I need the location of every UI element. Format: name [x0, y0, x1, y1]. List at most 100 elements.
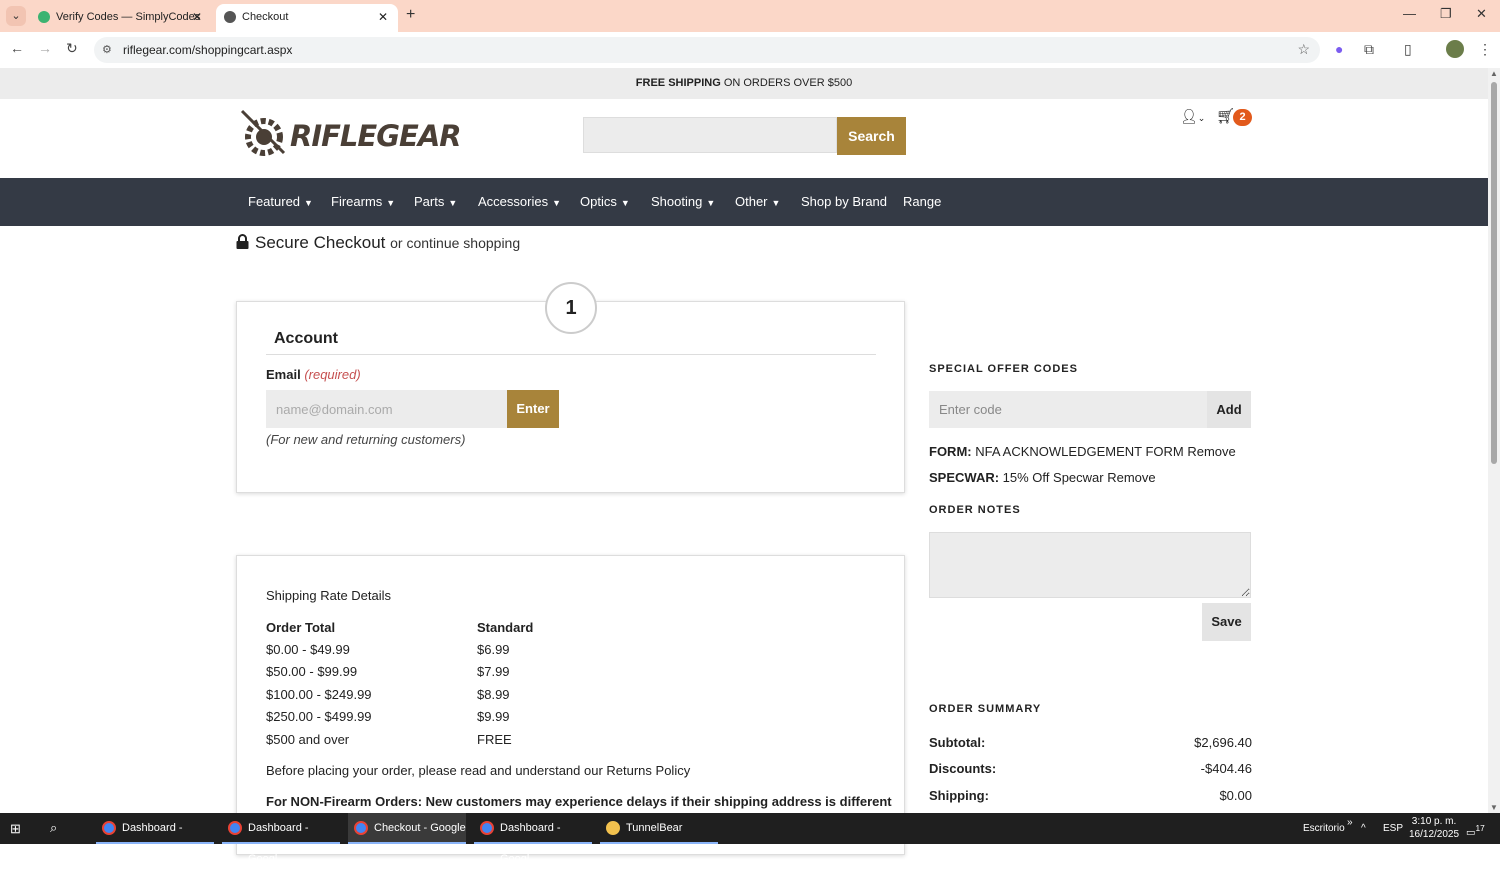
taskbar-app-chrome[interactable]: Dashboard - Googl... — [474, 813, 592, 865]
nav-label: Accessories — [478, 194, 549, 209]
nav-accessories[interactable]: Accessories ▼ — [478, 178, 561, 226]
new-tab-icon[interactable]: + — [406, 6, 415, 24]
remove-code-link[interactable]: Remove — [1104, 470, 1155, 485]
nav-label: Parts — [414, 194, 445, 209]
save-notes-button[interactable]: Save — [1202, 603, 1251, 641]
discounts-value: -$404.46 — [1200, 761, 1252, 776]
clock-time: 3:10 p. m. — [1411, 816, 1457, 827]
taskbar-app-chrome[interactable]: Dashboard - Googl... — [222, 813, 340, 865]
extension-icon[interactable]: ● — [1335, 41, 1343, 57]
scroll-up-icon[interactable]: ▲ — [1490, 69, 1498, 78]
add-code-button[interactable]: Add — [1207, 391, 1251, 428]
nav-range[interactable]: Range — [903, 178, 941, 226]
chevron-up-icon[interactable]: ^ — [1361, 813, 1366, 844]
nav-label: Range — [903, 194, 942, 209]
tab-search-dropdown[interactable]: ⌄ — [6, 6, 26, 26]
shipping-value: $0.00 — [1219, 788, 1252, 803]
email-label-text: Email — [266, 367, 301, 382]
rate-value-cell: $8.99 — [477, 687, 510, 702]
extensions-puzzle-icon[interactable]: ⧉ — [1364, 41, 1374, 58]
column-header-standard: Standard — [477, 620, 534, 635]
taskbar-app-label: Dashboard - Googl... — [500, 822, 561, 865]
bookmark-star-icon[interactable]: ☆ — [1297, 41, 1310, 58]
divider — [266, 354, 876, 355]
nav-label: Optics — [580, 194, 617, 209]
back-icon[interactable]: ← — [10, 40, 24, 56]
nav-optics[interactable]: Optics ▼ — [580, 178, 630, 226]
enter-button[interactable]: Enter — [507, 390, 559, 428]
browser-menu-icon[interactable]: ⋮ — [1478, 41, 1492, 58]
continue-shopping-link[interactable]: or continue shopping — [390, 235, 520, 251]
address-bar[interactable]: ⚙ riflegear.com/shoppingcart.aspx ☆ — [94, 37, 1320, 63]
search-icon[interactable]: ⌕ — [50, 820, 57, 836]
nav-other[interactable]: Other ▼ — [735, 178, 780, 226]
clock-date: 16/12/2025 — [1409, 829, 1460, 840]
shipping-label: Shipping: — [929, 788, 989, 803]
chrome-icon — [102, 821, 116, 835]
rate-range-cell: $0.00 - $49.99 — [266, 642, 350, 657]
taskbar-app-chrome[interactable]: Dashboard - Googl... — [96, 813, 214, 865]
applied-code-desc: NFA ACKNOWLEDGEMENT FORM — [971, 444, 1184, 459]
nav-featured[interactable]: Featured ▼ — [248, 178, 313, 226]
nav-shooting[interactable]: Shooting ▼ — [651, 178, 715, 226]
free-shipping-banner: FREE SHIPPING ON ORDERS OVER $500 — [0, 68, 1488, 99]
taskbar-app-chrome-active[interactable]: Checkout - Google ... — [348, 813, 466, 865]
special-offer-heading: SPECIAL OFFER CODES — [929, 363, 1078, 375]
returns-policy-text: Before placing your order, please read a… — [266, 763, 691, 778]
shipping-rate-title: Shipping Rate Details — [266, 588, 392, 603]
toolbar-expand-icon[interactable]: » — [1347, 807, 1353, 838]
reload-icon[interactable]: ↻ — [66, 40, 78, 57]
gear-rifle-logo-icon — [240, 109, 286, 156]
forward-icon[interactable]: → — [38, 40, 52, 56]
chevron-down-icon: ▼ — [304, 198, 313, 208]
taskbar-app-label: Dashboard - Googl... — [122, 822, 183, 865]
main-navigation: Featured ▼ Firearms ▼ Parts ▼ Accessories ▼ … — [0, 178, 1488, 226]
email-field[interactable] — [266, 390, 507, 428]
input-language[interactable]: ESP — [1383, 813, 1403, 844]
rate-range-cell: $100.00 - $249.99 — [266, 687, 372, 702]
chrome-icon — [228, 821, 242, 835]
offer-code-input[interactable] — [929, 391, 1208, 428]
riflegear-logo[interactable]: RIFLEGEAR — [240, 109, 462, 159]
nav-shop-by-brand[interactable]: Shop by Brand — [801, 178, 887, 226]
minimize-icon[interactable]: — — [1403, 6, 1416, 21]
tab-verify-codes[interactable]: Verify Codes — SimplyCodes ✕ — [30, 4, 212, 32]
chrome-icon — [480, 821, 494, 835]
profile-avatar[interactable] — [1446, 40, 1464, 58]
nav-label: Featured — [248, 194, 301, 209]
site-settings-icon[interactable]: ⚙ — [102, 43, 112, 56]
reading-list-icon[interactable]: ▯ — [1404, 41, 1412, 58]
nav-label: Shop by Brand — [801, 194, 888, 209]
riflegear-favicon-icon — [224, 11, 236, 23]
nav-label: Other — [735, 194, 768, 209]
account-title: Account — [274, 330, 338, 347]
restore-icon[interactable]: ❐ — [1440, 6, 1452, 22]
taskbar-app-label: TunnelBear — [626, 822, 683, 834]
account-menu-icon[interactable]: 👤︎⌄ — [1180, 108, 1205, 125]
tab-checkout[interactable]: Checkout ✕ — [216, 4, 398, 32]
close-window-icon[interactable]: ✕ — [1476, 6, 1487, 22]
nav-parts[interactable]: Parts ▼ — [414, 178, 457, 226]
windows-start-icon[interactable]: ⊞ — [10, 821, 21, 837]
rate-value-cell: $9.99 — [477, 709, 510, 724]
nav-firearms[interactable]: Firearms ▼ — [331, 178, 395, 226]
search-button[interactable]: Search — [837, 117, 906, 155]
close-tab-icon[interactable]: ✕ — [378, 4, 388, 30]
remove-code-link[interactable]: Remove — [1184, 444, 1235, 459]
scrollbar-thumb[interactable] — [1491, 82, 1497, 464]
rate-value-cell: $6.99 — [477, 642, 510, 657]
desktop-toolbar-label[interactable]: Escritorio — [1303, 813, 1345, 844]
chevron-down-icon: ▼ — [620, 198, 630, 208]
site-search-input[interactable] — [583, 117, 837, 153]
close-tab-icon[interactable]: ✕ — [192, 4, 202, 30]
email-label: Email (required) — [266, 367, 361, 382]
cart-count-badge[interactable]: 2 — [1233, 109, 1252, 126]
page-scrollbar[interactable]: ▲ ▼ — [1488, 68, 1500, 813]
system-clock[interactable]: 3:10 p. m. 16/12/2025 — [1409, 815, 1459, 841]
order-notes-textarea[interactable] — [929, 532, 1251, 598]
order-summary-heading: ORDER SUMMARY — [929, 703, 1042, 715]
notifications-icon[interactable]: ▭17 — [1466, 813, 1485, 844]
taskbar-app-tunnelbear[interactable]: TunnelBear — [600, 813, 718, 844]
scroll-down-icon[interactable]: ▼ — [1490, 803, 1498, 812]
simplycodes-favicon-icon — [38, 11, 50, 23]
